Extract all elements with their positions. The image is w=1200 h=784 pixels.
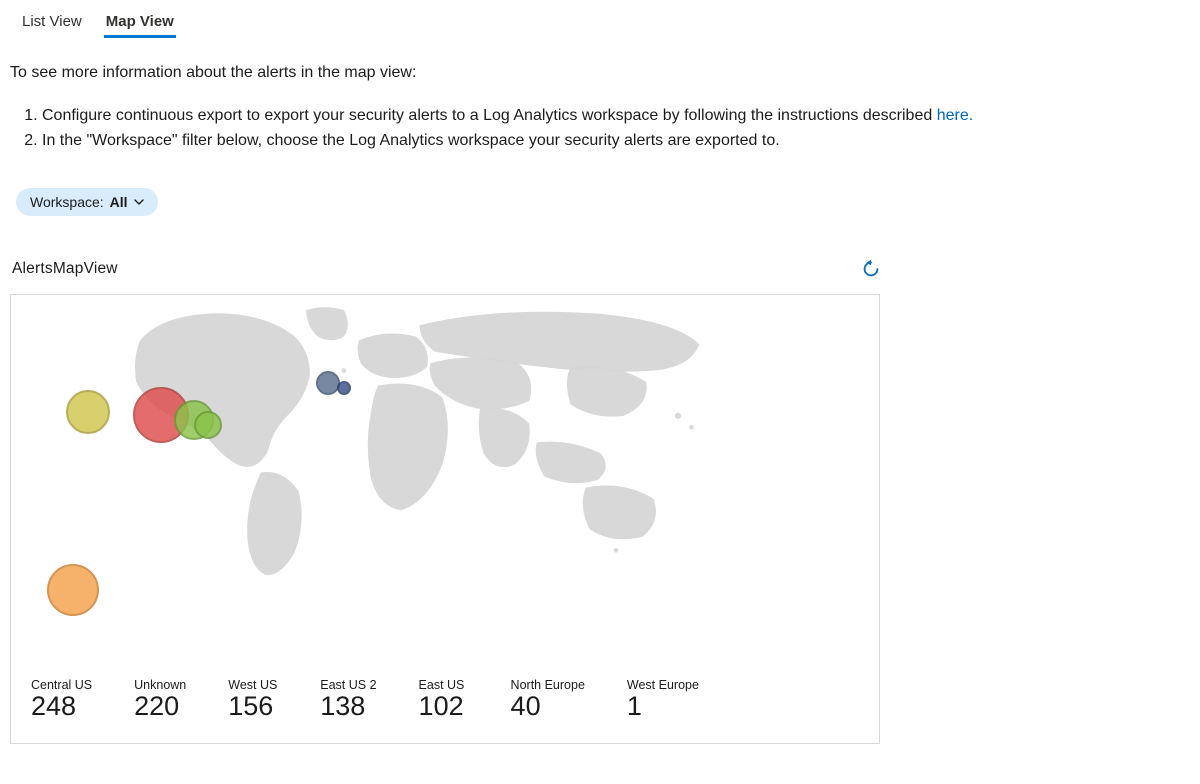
map-bubble[interactable]: [47, 564, 99, 616]
view-tabs: List View Map View: [10, 4, 1190, 38]
region-stat[interactable]: East US102: [419, 678, 469, 720]
region-stat-label: East US: [419, 678, 469, 692]
region-stat-label: East US 2: [320, 678, 376, 692]
workspace-filter-value: All: [110, 194, 128, 210]
section-title: AlertsMapView: [12, 260, 118, 278]
region-stat[interactable]: East US 2138: [320, 678, 376, 720]
map-bubble[interactable]: [66, 390, 110, 434]
region-stat-value: 138: [320, 692, 376, 720]
region-stats-strip: Central US248 Unknown220 West US156 East US…: [11, 678, 879, 742]
alerts-map-panel: Central US248 Unknown220 West US156 East US…: [10, 294, 880, 744]
region-stat-value: 40: [511, 692, 585, 720]
step-1-text: Configure continuous export to export yo…: [42, 107, 937, 124]
map-bubble[interactable]: [337, 381, 351, 395]
chevron-down-icon: [134, 199, 144, 205]
workspace-filter-label: Workspace:: [30, 194, 104, 210]
region-stat-label: Unknown: [134, 678, 186, 692]
map-bubble[interactable]: [316, 371, 340, 395]
region-stat-value: 1: [627, 692, 699, 720]
world-map-icon: [11, 295, 880, 635]
region-stat[interactable]: West US156: [228, 678, 278, 720]
steps-list: Configure continuous export to export yo…: [22, 104, 1190, 154]
region-stat[interactable]: Central US248: [31, 678, 92, 720]
region-stat-label: Central US: [31, 678, 92, 692]
region-stat-label: North Europe: [511, 678, 585, 692]
region-stat-value: 220: [134, 692, 186, 720]
tab-map-view[interactable]: Map View: [104, 8, 176, 38]
workspace-filter-pill[interactable]: Workspace: All: [16, 188, 158, 216]
region-stat-label: West US: [228, 678, 278, 692]
region-stat[interactable]: North Europe40: [511, 678, 585, 720]
map-bubble[interactable]: [194, 411, 222, 439]
reset-icon[interactable]: [860, 258, 882, 280]
intro-text: To see more information about the alerts…: [10, 64, 1190, 82]
region-stat-value: 248: [31, 692, 92, 720]
region-stat-value: 102: [419, 692, 469, 720]
region-stat-value: 156: [228, 692, 278, 720]
region-stat-label: West Europe: [627, 678, 699, 692]
step-1: Configure continuous export to export yo…: [42, 104, 1190, 129]
step-2: In the "Workspace" filter below, choose …: [42, 129, 1190, 154]
region-stat[interactable]: West Europe1: [627, 678, 699, 720]
tab-list-view[interactable]: List View: [20, 8, 84, 38]
step-1-link[interactable]: here.: [937, 107, 973, 124]
region-stat[interactable]: Unknown220: [134, 678, 186, 720]
